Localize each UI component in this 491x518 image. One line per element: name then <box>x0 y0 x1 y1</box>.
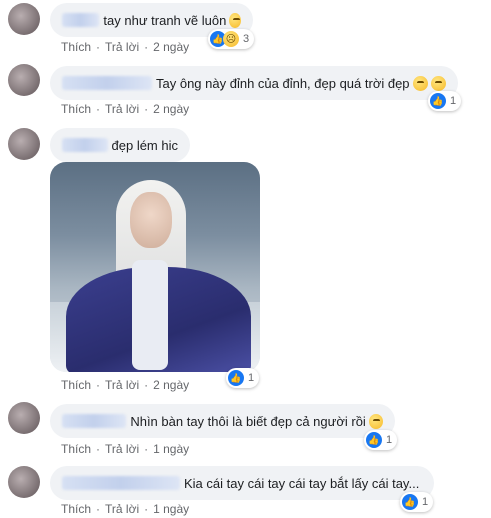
comment-actions: Thích · Trả lời · 1 ngày <box>61 442 190 456</box>
like-icon: 👍 <box>430 93 446 109</box>
reaction-count: 3 <box>243 33 250 45</box>
comment-bubble: Tay ông này đỉnh của đỉnh, đẹp quá trời … <box>50 66 458 100</box>
like-button[interactable]: Thích <box>61 442 91 456</box>
relieved-emoji-icon <box>368 413 383 429</box>
timestamp[interactable]: 2 ngày <box>153 40 189 54</box>
comment-text: Tay ông này đỉnh của đỉnh, đẹp quá trời … <box>156 75 410 91</box>
commenter-name-blurred[interactable] <box>62 138 108 152</box>
reaction-summary[interactable]: 👍 1 <box>428 91 462 111</box>
reaction-summary[interactable]: 👍 1 <box>400 492 434 512</box>
like-button[interactable]: Thích <box>61 502 91 516</box>
comment-text: tay như tranh vẽ luôn <box>103 12 227 28</box>
reaction-count: 1 <box>248 372 255 384</box>
timestamp[interactable]: 2 ngày <box>153 378 189 392</box>
comment-text: đẹp lém hic <box>111 137 178 153</box>
rolling-eyes-emoji-icon <box>412 75 428 91</box>
comment-bubble: đẹp lém hic <box>50 128 190 162</box>
comment-actions: Thích · Trả lời · 2 ngày <box>61 378 190 392</box>
rolling-eyes-emoji-icon <box>430 75 446 91</box>
avatar[interactable] <box>8 3 40 35</box>
reaction-summary[interactable]: 👍 1 <box>364 430 398 450</box>
reaction-count: 1 <box>386 434 393 446</box>
timestamp[interactable]: 1 ngày <box>153 502 189 516</box>
avatar[interactable] <box>8 466 40 498</box>
reaction-summary[interactable]: 👍 ☹ 3 <box>208 29 255 49</box>
like-icon: 👍 <box>228 370 244 386</box>
avatar[interactable] <box>8 128 40 160</box>
comment-actions: Thích · Trả lời · 1 ngày <box>61 502 190 516</box>
reply-button[interactable]: Trả lời <box>105 442 139 456</box>
like-button[interactable]: Thích <box>61 102 91 116</box>
reaction-count: 1 <box>450 95 457 107</box>
timestamp[interactable]: 1 ngày <box>153 442 189 456</box>
avatar[interactable] <box>8 64 40 96</box>
sad-reaction-icon: ☹ <box>223 31 239 47</box>
reaction-count: 1 <box>422 496 429 508</box>
comment-actions: Thích · Trả lời · 2 ngày <box>61 40 190 54</box>
reply-button[interactable]: Trả lời <box>105 102 139 116</box>
reply-button[interactable]: Trả lời <box>105 40 139 54</box>
timestamp[interactable]: 2 ngày <box>153 102 189 116</box>
like-icon: 👍 <box>366 432 382 448</box>
avatar[interactable] <box>8 402 40 434</box>
photo-figure-face <box>130 192 172 248</box>
commenter-name-blurred[interactable] <box>62 76 152 90</box>
crying-emoji-icon <box>229 12 241 28</box>
like-icon: 👍 <box>402 494 418 510</box>
photo-figure-inner-robe <box>132 260 168 370</box>
comment-bubble: Nhìn bàn tay thôi là biết đẹp cả người r… <box>50 404 395 438</box>
commenter-name-blurred[interactable] <box>62 414 127 428</box>
comment-text: Kia cái tay cái tay cái tay bắt lấy cái … <box>184 475 420 491</box>
comment-text: Nhìn bàn tay thôi là biết đẹp cả người r… <box>130 413 366 429</box>
like-button[interactable]: Thích <box>61 40 91 54</box>
like-button[interactable]: Thích <box>61 378 91 392</box>
reply-button[interactable]: Trả lời <box>105 378 139 392</box>
reply-button[interactable]: Trả lời <box>105 502 139 516</box>
comment-bubble: Kia cái tay cái tay cái tay bắt lấy cái … <box>50 466 434 500</box>
commenter-name-blurred[interactable] <box>62 13 100 27</box>
comment-actions: Thích · Trả lời · 2 ngày <box>61 102 190 116</box>
commenter-name-blurred[interactable] <box>62 476 180 490</box>
reaction-summary[interactable]: 👍 1 <box>226 368 260 388</box>
comment-photo[interactable] <box>50 162 260 372</box>
